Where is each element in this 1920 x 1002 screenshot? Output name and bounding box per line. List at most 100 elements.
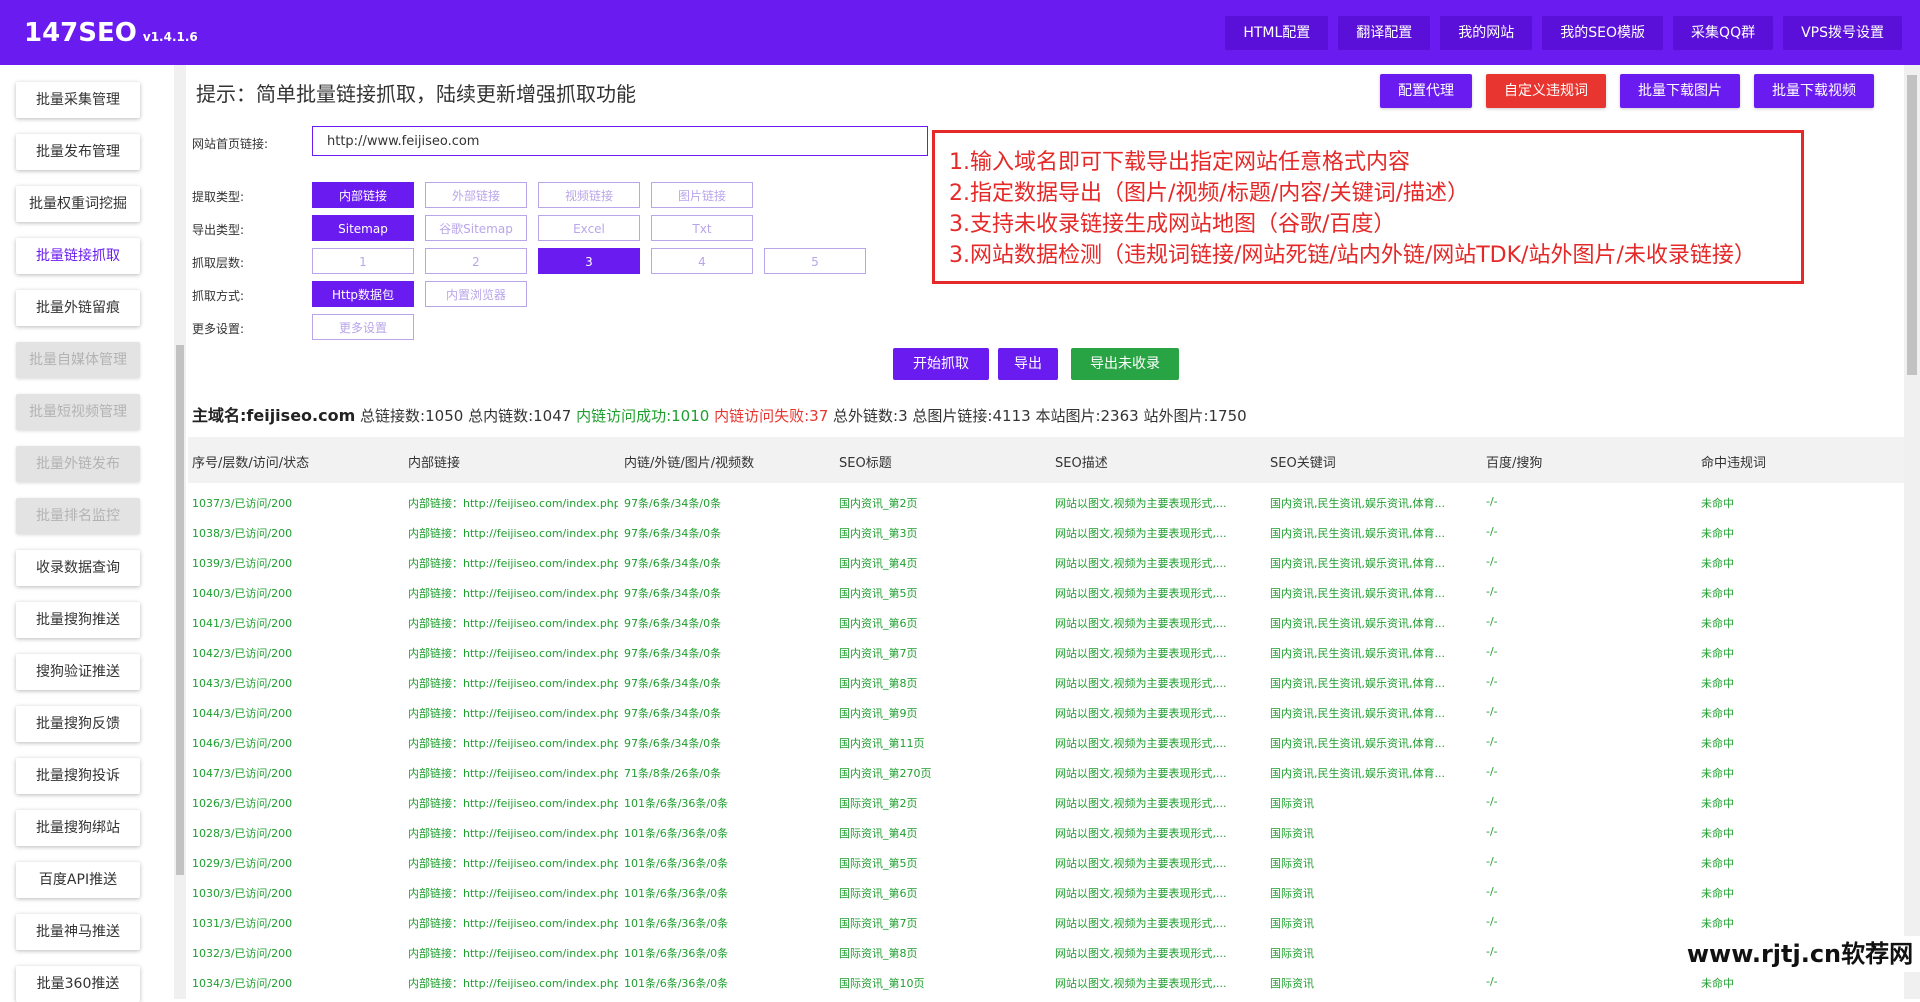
sidebar-item-batch-publish[interactable]: 批量发布管理 [16,134,140,170]
export-button[interactable]: 导出 [998,348,1058,380]
depth-option-1[interactable]: 1 [312,248,414,274]
nav-my-seo-templates[interactable]: 我的SEO模版 [1542,16,1664,50]
depth-option-4[interactable]: 4 [651,248,753,274]
sidebar-item-rank-monitor[interactable]: 批量排名监控 [16,498,140,534]
type-option-external[interactable]: 外部链接 [425,182,527,208]
sidebar-item-baidu-api[interactable]: 百度API推送 [16,862,140,898]
table-row[interactable]: 1028/3/已访问/200 内部链接：http://feijiseo.com/i… [188,818,1904,848]
cell-seo-keywords: 国内资讯,民生资讯,娱乐资讯,体育... [1270,737,1445,750]
start-crawl-button[interactable]: 开始抓取 [893,348,989,380]
nav-html-config[interactable]: HTML配置 [1225,16,1329,50]
method-option-http[interactable]: Http数据包 [312,281,414,307]
cell-seo-keywords: 国内资讯,民生资讯,娱乐资讯,体育... [1270,767,1445,780]
table-row[interactable]: 1047/3/已访问/200 内部链接：http://feijiseo.com/i… [188,758,1904,788]
cell-seo-desc: 网站以图文,视频为主要表现形式,... [1055,977,1227,990]
export-option-google-sitemap[interactable]: 谷歌Sitemap [425,215,527,241]
cell-index: 1046/3/已访问/200 [192,737,293,750]
cell-seo-desc: 网站以图文,视频为主要表现形式,... [1055,677,1227,690]
sidebar-item-sogou-complaint[interactable]: 批量搜狗投诉 [16,758,140,794]
download-images-button[interactable]: 批量下载图片 [1620,74,1740,108]
cell-index: 1030/3/已访问/200 [192,887,293,900]
table-row[interactable]: 1043/3/已访问/200 内部链接：http://feijiseo.com/i… [188,668,1904,698]
config-proxy-button[interactable]: 配置代理 [1380,74,1472,108]
page-scrollbar[interactable] [1904,65,1920,999]
table-row[interactable]: 1046/3/已访问/200 内部链接：http://feijiseo.com/i… [188,728,1904,758]
table-row[interactable]: 1038/3/已访问/200 内部链接：http://feijiseo.com/i… [188,518,1904,548]
nav-my-sites[interactable]: 我的网站 [1440,16,1533,50]
more-settings-button[interactable]: 更多设置 [312,314,414,340]
nav-qq-group[interactable]: 采集QQ群 [1673,16,1774,50]
sidebar-item-sogou-feedback[interactable]: 批量搜狗反馈 [16,706,140,742]
cell-seo-keywords: 国内资讯,民生资讯,娱乐资讯,体育... [1270,707,1445,720]
sidebar-item-backlink-trace[interactable]: 批量外链留痕 [16,290,140,326]
sidebar-item-shenma-push[interactable]: 批量神马推送 [16,914,140,950]
export-type-label: 导出类型: [192,223,245,237]
table-row[interactable]: 1034/3/已访问/200 内部链接：http://feijiseo.com/i… [188,968,1904,998]
table-row[interactable]: 1029/3/已访问/200 内部链接：http://feijiseo.com/i… [188,848,1904,878]
cell-link: 内部链接：http://feijiseo.com/index.php [408,647,618,660]
sidebar-item-sogou-bind[interactable]: 批量搜狗绑站 [16,810,140,846]
cell-baidu-sogou: -/- [1486,735,1498,748]
cell-banned-words: 未命中 [1701,767,1734,780]
page-tip: 提示：简单批量链接抓取，陆续更新增强抓取功能 [196,82,636,106]
depth-option-3[interactable]: 3 [538,248,640,274]
depth-option-2[interactable]: 2 [425,248,527,274]
type-option-image[interactable]: 图片链接 [651,182,753,208]
download-videos-button[interactable]: 批量下载视频 [1754,74,1874,108]
cell-link: 内部链接：http://feijiseo.com/index.php [408,737,618,750]
cell-index: 1029/3/已访问/200 [192,857,293,870]
method-option-browser[interactable]: 内置浏览器 [425,281,527,307]
cell-baidu-sogou: -/- [1486,585,1498,598]
table-row[interactable]: 1041/3/已访问/200 内部链接：http://feijiseo.com/i… [188,608,1904,638]
table-row[interactable]: 1032/3/已访问/200 内部链接：http://feijiseo.com/i… [188,938,1904,968]
sidebar-item-backlink-publish[interactable]: 批量外链发布 [16,446,140,482]
cell-seo-title: 国内资讯_第3页 [839,527,918,540]
feature-line-2: 2.指定数据导出（图片/视频/标题/内容/关键词/描述） [949,181,1470,206]
cell-seo-keywords: 国际资讯 [1270,917,1314,930]
cell-seo-title: 国内资讯_第7页 [839,647,918,660]
sidebar-scrollbar[interactable] [174,65,186,999]
nav-translate-config[interactable]: 翻译配置 [1338,16,1431,50]
cell-seo-desc: 网站以图文,视频为主要表现形式,... [1055,737,1227,750]
export-unindexed-button[interactable]: 导出未收录 [1071,348,1179,380]
export-option-sitemap[interactable]: Sitemap [312,215,414,241]
cell-banned-words: 未命中 [1701,737,1734,750]
table-row[interactable]: 1031/3/已访问/200 内部链接：http://feijiseo.com/i… [188,908,1904,938]
table-row[interactable]: 1039/3/已访问/200 内部链接：http://feijiseo.com/i… [188,548,1904,578]
cell-link: 内部链接：http://feijiseo.com/index.php [408,587,618,600]
cell-index: 1028/3/已访问/200 [192,827,293,840]
table-row[interactable]: 1044/3/已访问/200 内部链接：http://feijiseo.com/i… [188,698,1904,728]
sidebar-item-link-crawl[interactable]: 批量链接抓取 [16,238,140,274]
type-option-internal[interactable]: 内部链接 [312,182,414,208]
sidebar-scroll-thumb[interactable] [176,345,184,875]
cell-index: 1047/3/已访问/200 [192,767,293,780]
cell-banned-words: 未命中 [1701,857,1734,870]
depth-option-5[interactable]: 5 [764,248,866,274]
table-row[interactable]: 1030/3/已访问/200 内部链接：http://feijiseo.com/i… [188,878,1904,908]
site-url-input[interactable] [312,126,928,156]
table-row[interactable]: 1040/3/已访问/200 内部链接：http://feijiseo.com/i… [188,578,1904,608]
col-header-baidu-sogou: 百度/搜狗 [1486,456,1543,471]
sidebar-item-batch-collect[interactable]: 批量采集管理 [16,82,140,118]
export-option-excel[interactable]: Excel [538,215,640,241]
sidebar-item-keyword-mining[interactable]: 批量权重词挖掘 [16,186,140,222]
sidebar-item-media-manage[interactable]: 批量自媒体管理 [16,342,140,378]
sidebar-item-360-push[interactable]: 批量360推送 [16,966,140,1002]
cell-seo-title: 国际资讯_第4页 [839,827,918,840]
results-table-header: 序号/层数/访问/状态 内部链接 内链/外链/图片/视频数 SEO标题 SEO描… [188,437,1904,483]
sidebar-item-sogou-verify-push[interactable]: 搜狗验证推送 [16,654,140,690]
cell-counts: 101条/6条/36条/0条 [624,947,729,960]
nav-vps-dial[interactable]: VPS拨号设置 [1783,16,1902,50]
table-row[interactable]: 1026/3/已访问/200 内部链接：http://feijiseo.com/i… [188,788,1904,818]
sidebar-item-sogou-push[interactable]: 批量搜狗推送 [16,602,140,638]
sidebar-item-index-query[interactable]: 收录数据查询 [16,550,140,586]
sidebar-item-short-video[interactable]: 批量短视频管理 [16,394,140,430]
export-option-txt[interactable]: Txt [651,215,753,241]
table-row[interactable]: 1037/3/已访问/200 内部链接：http://feijiseo.com/i… [188,488,1904,518]
cell-banned-words: 未命中 [1701,587,1734,600]
page-scroll-thumb[interactable] [1907,75,1917,375]
custom-banned-words-button[interactable]: 自定义违规词 [1486,74,1606,108]
cell-banned-words: 未命中 [1701,647,1734,660]
table-row[interactable]: 1042/3/已访问/200 内部链接：http://feijiseo.com/i… [188,638,1904,668]
type-option-video[interactable]: 视频链接 [538,182,640,208]
